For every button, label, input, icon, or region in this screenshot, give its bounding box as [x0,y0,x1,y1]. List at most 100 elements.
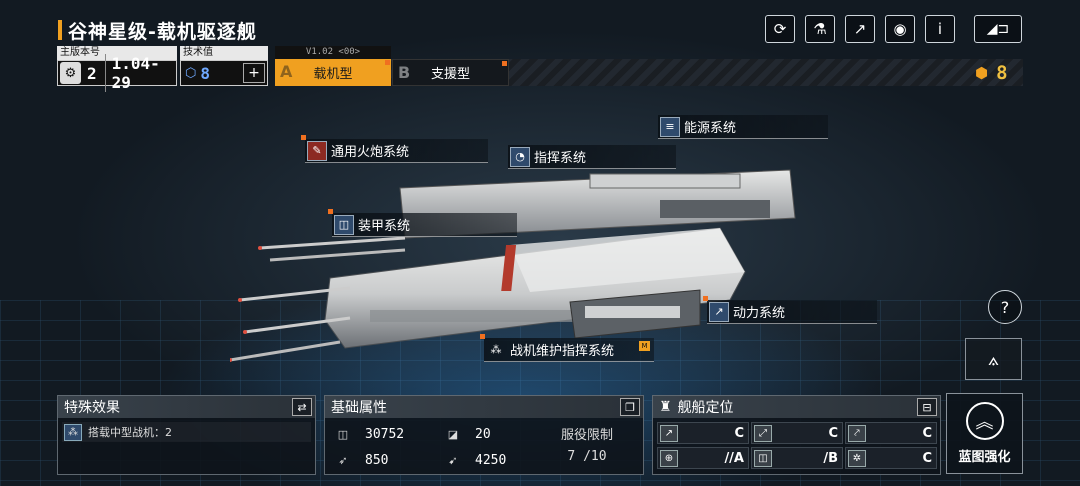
share-icon[interactable]: ↗ [845,15,875,43]
cannon-icon: ✎ [307,140,327,161]
system-cannon[interactable]: ✎ 通用火炮系统 [301,135,488,163]
effect-text: 搭载中型战机：2 [88,426,172,439]
command-icon: ◔ [510,146,530,167]
expand-icon[interactable]: ❐ [620,398,640,416]
aircraft-bay-icon: ⁂ [64,423,82,441]
info-icon[interactable]: i [925,15,955,43]
attr-hp-value: 30752 [365,426,405,442]
tech-label: 技术值 [180,46,268,60]
position-grade-cell[interactable]: ⤢ C [751,422,843,444]
support-icon: ✲ [848,449,866,467]
warp-icon: ➹ [448,453,458,467]
basic-attributes-header: 基础属性 ❐ [325,396,643,418]
ship-title-bar: 谷神星级-载机驱逐舰 [58,16,258,44]
help-button[interactable]: ? [988,290,1022,324]
system-armor-label: 装甲系统 [358,219,411,234]
effect-item: ⁂ 搭载中型战机：2 [62,422,311,442]
paint-icon[interactable]: ⚗ [805,15,835,43]
special-effects-title: 特殊效果 [64,400,120,416]
system-command-label: 指挥系统 [534,151,587,166]
mode-tab-bar: A 载机型 B 支援型 [275,59,1023,86]
cannon-marker [301,135,306,140]
tech-add-button[interactable]: + [243,63,265,83]
aircraft-marker [480,334,485,339]
version-gear-icon: ⚙ [60,62,81,84]
energy-icon: ≡ [660,116,680,137]
position-grade: C [922,425,932,441]
ship-title: 谷神星级-载机驱逐舰 [68,20,257,43]
attr-armor: ◪ 20 [445,422,491,446]
system-energy-label: 能源系统 [684,121,737,136]
mode-version-tag: V1.02 <00> [275,46,391,59]
ship-positioning-header: ♜ 舰船定位 ⊟ [653,396,940,418]
service-limit-label: 服役限制 [560,428,613,443]
attr-warp: ➹ 4250 [445,448,506,472]
tech-box: ⬡ 8 + [180,60,268,86]
version-box: ⚙ 2 1.04-29 [57,54,177,92]
tab-carrier-type[interactable]: A 载机型 [275,59,391,86]
attr-warp-value: 4250 [475,452,507,468]
hp-shield-icon: ◫ [337,427,349,441]
attr-speed-value: 850 [365,452,389,468]
title-accent-mark [58,20,62,40]
anti-air-icon: ⤢ [754,424,772,442]
system-energy[interactable]: ≡ 能源系统 [658,115,828,139]
system-aircraft-label: 战机维护指挥系统 [510,344,615,359]
points-display[interactable]: ⬢ 8 [975,62,1008,84]
position-grade-cell[interactable]: ⤤ C [845,422,937,444]
position-grade: C [734,425,744,441]
propulsion-marker [703,296,708,301]
game-screen: 谷神星级-载机驱逐舰 ⟳ ⚗ ↗ ◉ i ◢⊐ 主版本号 ⚙ 2 1.04-29… [0,0,1080,486]
tag-icon[interactable]: ⊟ [917,398,937,416]
refresh-icon[interactable]: ⟳ [765,15,795,43]
anti-ship-icon: ↗ [660,424,678,442]
service-limit: 服役限制 7 /10 [547,424,627,464]
armor-shield-icon: ◫ [334,214,354,235]
service-limit-value: 7 /10 [567,449,607,464]
armor-marker [328,209,333,214]
back-button[interactable]: ◢⊐ [974,15,1022,43]
view-icon[interactable]: ◉ [885,15,915,43]
speed-icon: ➶ [338,453,348,467]
position-grade-cell[interactable]: ✲ C [845,447,937,469]
armor-icon: ◪ [447,427,459,441]
aircraft-tag: M [639,341,650,351]
version-value: 1.04-29 [104,54,176,92]
tab-a-label: 载机型 [313,67,353,82]
siege-icon: ⤤ [848,424,866,442]
system-propulsion-label: 动力系统 [733,306,786,321]
basic-attributes-panel: 基础属性 ❐ ◫ 30752 ◪ 20 ➶ 850 ➹ 4250 服役限制 7 … [324,395,644,475]
tab-b-letter: B [398,63,411,82]
tab-b-marker [502,61,507,66]
position-grade-cell[interactable]: ↗ C [657,422,749,444]
position-grade: C [922,450,932,466]
system-aircraft[interactable]: ⁂ 战机维护指挥系统 M [480,334,654,362]
basic-attributes-title: 基础属性 [331,400,387,416]
tech-chip-icon: ⬡ [185,65,197,81]
system-propulsion[interactable]: ↗ 动力系统 [703,296,877,324]
position-grade: C [828,425,838,441]
special-effects-panel: 特殊效果 ⇄ ⁂ 搭载中型战机：2 [57,395,316,475]
system-armor[interactable]: ◫ 装甲系统 [328,209,517,237]
blueprint-enhance-button[interactable]: ︽ 蓝图强化 [946,393,1023,474]
fleet-compare-button[interactable]: ⟑ [965,338,1022,380]
position-grade: //A [724,450,744,466]
position-grade-cell[interactable]: ⊕ //A [657,447,749,469]
position-grade-cell[interactable]: ◫ /B [751,447,843,469]
tab-b-label: 支援型 [430,67,470,82]
attr-speed: ➶ 850 [335,448,388,472]
ship-positioning-title: 舰船定位 [677,400,734,416]
tab-a-letter: A [280,62,293,81]
tab-support-type[interactable]: B 支援型 [392,59,509,86]
position-icon: ♜ [659,399,672,415]
swap-icon[interactable]: ⇄ [292,398,312,416]
attr-armor-value: 20 [475,426,491,442]
system-command[interactable]: ◔ 指挥系统 [508,145,676,169]
tech-value: 8 [200,63,210,83]
shield-icon: ◫ [754,449,772,467]
tab-a-marker [385,60,390,65]
aircraft-icon: ⁂ [490,343,502,356]
position-grade: /B [823,450,838,466]
blueprint-enhance-label: 蓝图强化 [958,450,1011,465]
system-cannon-label: 通用火炮系统 [331,145,410,160]
